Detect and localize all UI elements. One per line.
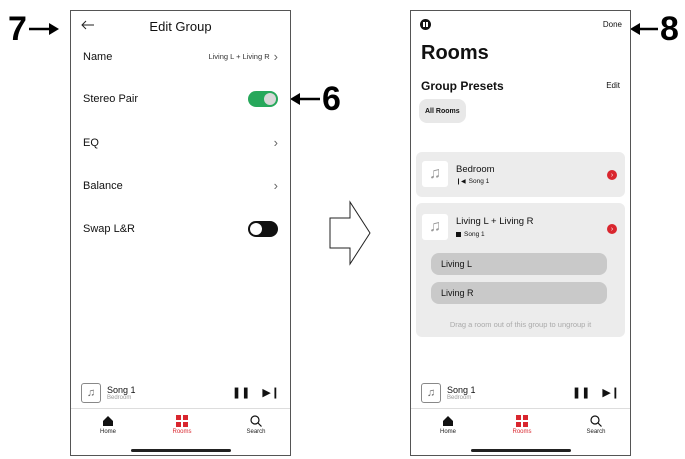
row-label: Swap L&R	[83, 222, 135, 235]
now-playing-room: Bedroom	[447, 394, 472, 401]
pause-icon[interactable]: ❚❚	[232, 386, 250, 399]
toggle-knob	[250, 222, 262, 235]
now-playing-info: Song 1 Bedroom	[447, 385, 560, 401]
room-song-title: Song 1	[464, 231, 485, 238]
callout-8: 8	[630, 12, 679, 46]
tab-label: Rooms	[512, 429, 532, 435]
row-label: Name	[83, 50, 113, 63]
tab-bar: Home Rooms Search	[71, 409, 290, 455]
room-name: Living L + Living R	[456, 216, 534, 227]
room-card-bedroom[interactable]: ♫ Bedroom ❙◀ Song 1 ›	[416, 152, 625, 197]
row-name[interactable]: Name Living L + Living R ›	[71, 35, 290, 78]
rooms-screen: Done Rooms Group Presets Edit All Rooms …	[410, 10, 631, 456]
music-note-icon: ♫	[421, 382, 441, 403]
now-playing-bar[interactable]: ♫ Song 1 Bedroom ❚❚ ▶❙	[71, 377, 290, 409]
room-song: ❙◀ Song 1	[456, 178, 489, 185]
toggle-knob	[264, 92, 276, 105]
rooms-icon	[176, 415, 188, 427]
tab-home[interactable]: Home	[83, 415, 133, 435]
tab-rooms[interactable]: Rooms	[157, 415, 207, 435]
back-button[interactable]	[81, 17, 94, 34]
group-name-value: Living L + Living R	[208, 52, 270, 61]
home-indicator	[131, 449, 231, 452]
now-playing-title: Song 1	[107, 384, 136, 395]
preset-all-rooms[interactable]: All Rooms	[419, 99, 466, 123]
rooms-icon	[516, 415, 528, 427]
room-card-living-group[interactable]: ♫ Living L + Living R Song 1 › Living L …	[416, 203, 625, 337]
transition-arrow-icon	[329, 200, 371, 266]
music-note-icon: ♫	[422, 214, 448, 240]
search-icon	[250, 415, 262, 427]
tab-search[interactable]: Search	[571, 415, 621, 435]
tab-label: Home	[439, 429, 456, 435]
row-label: EQ	[83, 136, 99, 149]
callout-number: 8	[660, 10, 679, 48]
tab-home[interactable]: Home	[423, 415, 473, 435]
edit-group-screen: Edit Group Name Living L + Living R › St…	[70, 10, 291, 456]
done-button[interactable]: Done	[603, 20, 622, 29]
swap-lr-toggle[interactable]	[248, 220, 278, 237]
callout-number: 7	[8, 10, 27, 48]
stop-icon	[456, 232, 461, 237]
chevron-right-icon: ›	[273, 178, 278, 193]
now-playing-title: Song 1	[447, 384, 476, 395]
room-song: Song 1	[456, 231, 485, 238]
callout-6: 6	[290, 82, 341, 116]
tab-label: Rooms	[172, 429, 192, 435]
home-icon	[443, 416, 453, 426]
tab-search[interactable]: Search	[231, 415, 281, 435]
now-playing-bar[interactable]: ♫ Song 1 Bedroom ❚❚ ▶❙	[411, 377, 630, 409]
edit-presets-button[interactable]: Edit	[606, 81, 620, 90]
chevron-right-icon: ›	[273, 135, 278, 150]
row-label: Balance	[83, 179, 123, 192]
now-playing-info: Song 1 Bedroom	[107, 385, 220, 401]
row-stereo-pair: Stereo Pair	[71, 77, 290, 120]
pause-icon[interactable]	[420, 19, 431, 30]
row-balance[interactable]: Balance ›	[71, 164, 290, 207]
arrow-left-icon	[290, 93, 320, 105]
group-member-living-l[interactable]: Living L	[431, 253, 607, 275]
now-playing-room: Bedroom	[107, 394, 132, 401]
room-detail-icon[interactable]: ›	[607, 224, 617, 234]
room-name: Bedroom	[456, 164, 495, 175]
page-title: Edit Group	[149, 18, 212, 34]
skip-next-icon[interactable]: ▶❙	[262, 386, 280, 399]
room-detail-icon[interactable]: ›	[607, 170, 617, 180]
tab-bar: Home Rooms Search	[411, 409, 630, 455]
stereo-pair-toggle[interactable]	[248, 90, 278, 107]
ungroup-hint: Drag a room out of this group to ungroup…	[449, 320, 592, 329]
music-note-icon: ♫	[81, 382, 101, 403]
page-title: Rooms	[421, 42, 489, 64]
arrow-right-icon	[28, 23, 59, 35]
chevron-right-icon: ›	[273, 49, 278, 64]
row-label: Stereo Pair	[83, 92, 139, 105]
pause-icon[interactable]: ❚❚	[572, 386, 590, 399]
arrow-left-icon	[630, 23, 658, 35]
skip-next-icon[interactable]: ▶❙	[602, 386, 620, 399]
home-indicator	[471, 449, 571, 452]
callout-7: 7	[8, 12, 59, 46]
tab-label: Search	[586, 429, 606, 435]
pause-icon: ❙◀	[456, 179, 466, 185]
home-icon	[103, 416, 113, 426]
arrow-left-icon	[81, 20, 94, 30]
row-swap-lr: Swap L&R	[71, 207, 290, 250]
tab-label: Search	[246, 429, 266, 435]
search-icon	[590, 415, 602, 427]
group-presets-heading: Group Presets	[421, 79, 504, 93]
tab-rooms[interactable]: Rooms	[497, 415, 547, 435]
row-eq[interactable]: EQ ›	[71, 121, 290, 164]
callout-number: 6	[322, 80, 341, 118]
music-note-icon: ♫	[422, 161, 448, 187]
tab-label: Home	[99, 429, 116, 435]
room-song-title: Song 1	[468, 178, 490, 185]
group-member-living-r[interactable]: Living R	[431, 282, 607, 304]
